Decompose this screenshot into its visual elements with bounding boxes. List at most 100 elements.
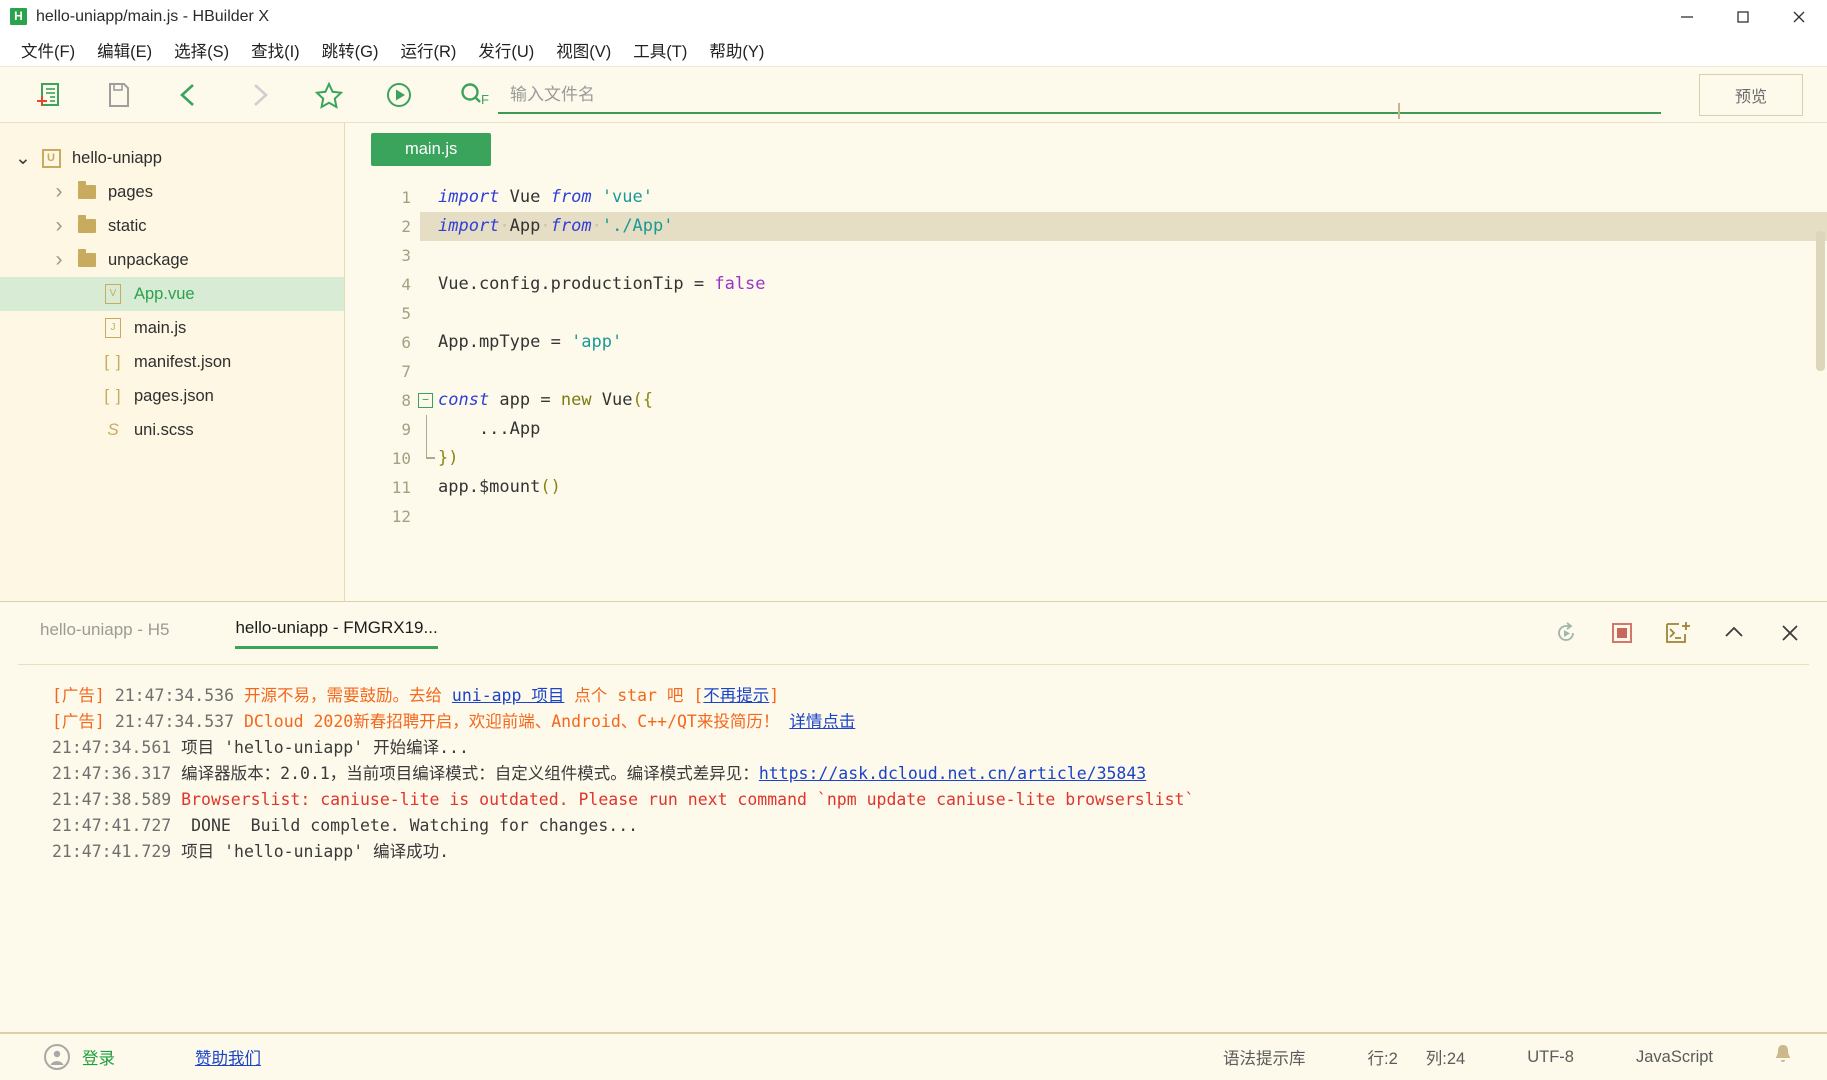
tree-item-label: main.js [134,318,187,337]
code-line[interactable] [420,357,1827,386]
menu-find[interactable]: 查找(I) [240,34,311,66]
folder-icon [72,215,102,233]
menu-publish[interactable]: 发行(U) [467,34,545,66]
file-explorer[interactable]: ⌄ Uhello-uniapp › pages › static › unpackage V Ap… [0,123,345,601]
menu-tools[interactable]: 工具(T) [622,34,698,66]
chevron-right-icon[interactable]: › [46,214,72,238]
code-area[interactable]: 1 2 3 4 5 6 7 8−9 10 11 12 import Vue from 'vue' im… [345,175,1827,601]
restart-icon[interactable] [1551,618,1581,648]
line-number: 1 [401,188,411,207]
close-icon[interactable] [1771,0,1827,33]
log-link[interactable]: 不再提示 [703,686,769,705]
tree-item-static[interactable]: › static [0,209,344,243]
log-text: ] [769,686,780,705]
line-indicator[interactable]: 行:2 [1368,1045,1398,1069]
menu-edit[interactable]: 编辑(E) [86,34,163,66]
menu-help[interactable]: 帮助(Y) [698,34,775,66]
bell-icon[interactable] [1773,1043,1793,1071]
console-actions [1551,618,1827,648]
console-tabs: hello-uniapp - H5 hello-uniapp - FMGRX19.… [40,618,504,649]
tree-item-pages-json[interactable]: [ ] pages.json [0,379,344,413]
maximize-icon[interactable] [1715,0,1771,33]
save-icon[interactable] [96,72,142,118]
tree-item-uni-scss[interactable]: Suni.scss [0,413,344,447]
run-icon[interactable] [376,72,422,118]
log-compile-start: 21:47:34.561 项目 'hello-uniapp' 开始编译... [52,735,1827,761]
code-line[interactable]: App.mpType = 'app' [420,328,1827,357]
sponsor-link[interactable]: 赞助我们 [195,1045,261,1069]
window-controls [1659,0,1827,33]
code-line-current[interactable]: import·App·from·'./App' [420,212,1827,241]
minimize-icon[interactable] [1659,0,1715,33]
avatar [44,1044,70,1070]
tree-item-unpackage[interactable]: › unpackage [0,243,344,277]
log-text: 21:47:34.561 [52,738,182,757]
console-panel: hello-uniapp - H5 hello-uniapp - FMGRX19.… [0,602,1827,1032]
line-number: 12 [391,507,411,526]
scss-file-icon: S [107,420,119,439]
back-arrow-icon[interactable] [166,72,212,118]
chevron-right-icon[interactable]: › [46,180,72,204]
main-toolbar: F 预览 [0,66,1827,122]
code-line[interactable]: }) [420,444,1827,473]
console-log-output[interactable]: [广告] 21:47:34.536 开源不易，需要鼓励。去给 uni-app 项… [0,665,1827,1032]
code-line[interactable] [420,241,1827,270]
menu-goto[interactable]: 跳转(G) [311,34,390,66]
code-line[interactable]: app.$mount() [420,473,1827,502]
editor-tab-main-js[interactable]: main.js [371,132,492,166]
log-text: 项目 'hello-uniapp' 编译成功. [181,842,450,861]
code-line[interactable]: const app = new Vue({ [420,386,1827,415]
chevron-up-icon[interactable] [1719,618,1749,648]
line-number: 4 [401,275,411,294]
forward-arrow-icon[interactable] [236,72,282,118]
new-file-icon[interactable] [26,72,72,118]
code-line[interactable]: import Vue from 'vue' [420,183,1827,212]
log-link[interactable]: https://ask.dcloud.net.cn/article/35843 [759,764,1146,783]
console-tab-h5[interactable]: hello-uniapp - H5 [40,620,169,646]
console-tab-fmgrx19[interactable]: hello-uniapp - FMGRX19... [235,618,438,649]
search-file-icon[interactable]: F [452,80,498,110]
star-icon[interactable] [306,72,352,118]
log-text: DONE Build complete. Watching for change… [181,816,639,835]
editor-tab-strip: main.js [345,123,1827,175]
syntax-library-status[interactable]: 语法提示库 [1223,1045,1306,1069]
log-text: 21:47:34.537 [114,712,244,731]
code-line[interactable]: Vue.config.productionTip = false [420,270,1827,299]
login-link[interactable]: 登录 [82,1045,115,1069]
code-lines[interactable]: import Vue from 'vue' import·App·from·'./… [420,175,1827,601]
editor-vertical-scrollbar[interactable] [1816,231,1825,371]
menu-select[interactable]: 选择(S) [163,34,240,66]
language-indicator[interactable]: JavaScript [1636,1048,1713,1067]
tree-item-pages[interactable]: › pages [0,175,344,209]
code-line[interactable] [420,502,1827,531]
column-indicator[interactable]: 列:24 [1426,1045,1465,1069]
close-icon[interactable] [1775,618,1805,648]
line-number: 7 [401,362,411,381]
code-line[interactable] [420,299,1827,328]
tree-item-main-js[interactable]: Jmain.js [0,311,344,345]
log-text: Browserslist: caniuse-lite is outdated. … [181,790,1195,809]
chevron-down-icon[interactable]: ⌄ [10,147,36,170]
stop-icon[interactable] [1607,618,1637,648]
code-line[interactable]: ...App [420,415,1827,444]
menu-file[interactable]: 文件(F) [10,34,86,66]
log-text: 点个 star 吧 [564,686,694,705]
log-link[interactable]: uni-app 项目 [452,686,564,705]
search-input[interactable] [498,72,1689,117]
line-number: 10 [345,444,433,473]
toolbar-caret [1398,103,1400,119]
json-file-icon: [ ] [104,386,122,405]
tree-item-manifest-json[interactable]: [ ] manifest.json [0,345,344,379]
line-number: 5 [401,304,411,323]
encoding-indicator[interactable]: UTF-8 [1527,1048,1574,1067]
tree-item-app-vue[interactable]: V App.vue [0,277,344,311]
preview-button[interactable]: 预览 [1699,73,1803,116]
log-link[interactable]: 详情点击 [789,712,855,731]
log-text: 21:47:34.536 [114,686,244,705]
vue-file-icon: V [98,284,128,304]
tree-item-hello-uniapp[interactable]: ⌄ Uhello-uniapp [0,141,344,175]
menu-view[interactable]: 视图(V) [545,34,622,66]
chevron-right-icon[interactable]: › [46,248,72,272]
menu-run[interactable]: 运行(R) [389,34,467,66]
new-terminal-icon[interactable] [1663,618,1693,648]
